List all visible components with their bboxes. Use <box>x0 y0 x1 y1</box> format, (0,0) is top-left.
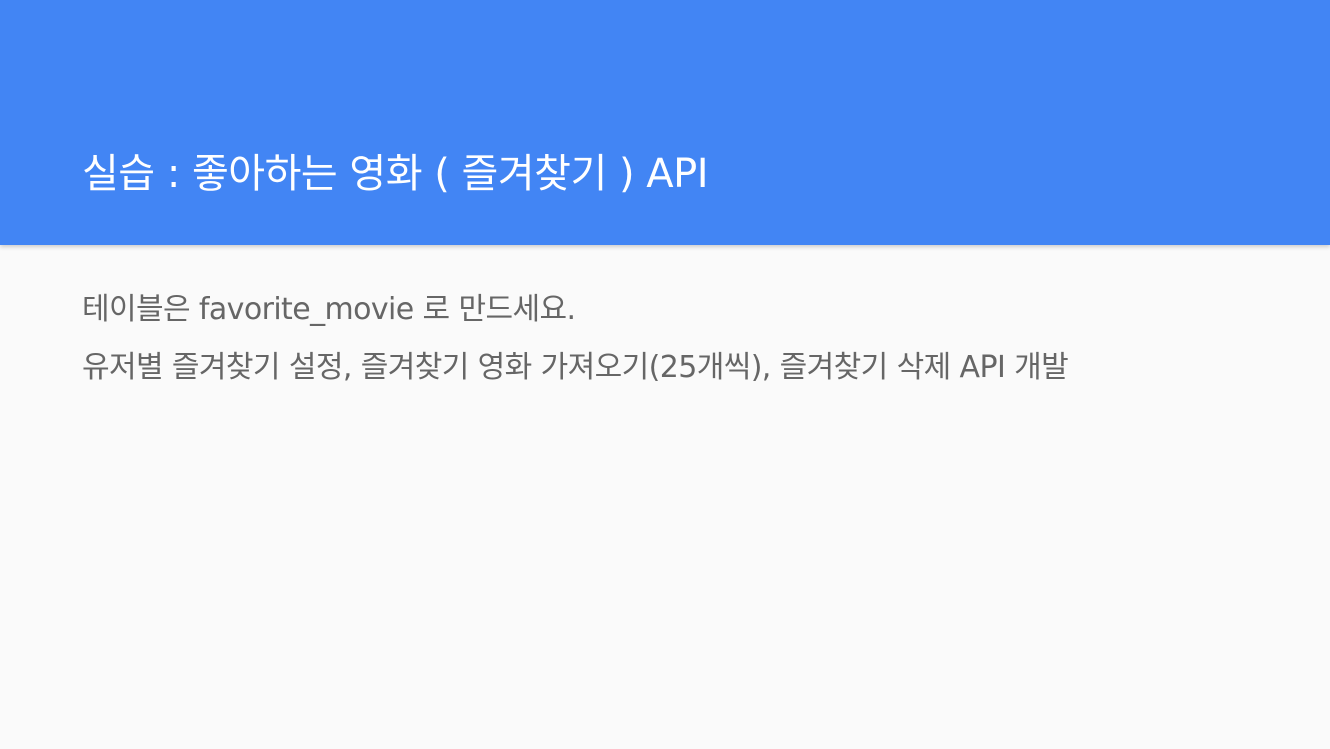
slide: 실습 : 좋아하는 영화 ( 즐겨찾기 ) API 테이블은 favorite_… <box>0 0 1330 749</box>
slide-title: 실습 : 좋아하는 영화 ( 즐겨찾기 ) API <box>82 151 709 197</box>
body-paragraph-table-name: 테이블은 favorite_movie 로 만드세요. <box>82 292 576 327</box>
slide-body: 테이블은 favorite_movie 로 만드세요. 유저별 즐겨찾기 설정,… <box>82 292 1232 408</box>
slide-header: 실습 : 좋아하는 영화 ( 즐겨찾기 ) API <box>0 0 1330 245</box>
body-paragraph-api-tasks: 유저별 즐겨찾기 설정, 즐겨찾기 영화 가져오기(25개씩), 즐겨찾기 삭제… <box>82 350 1069 385</box>
